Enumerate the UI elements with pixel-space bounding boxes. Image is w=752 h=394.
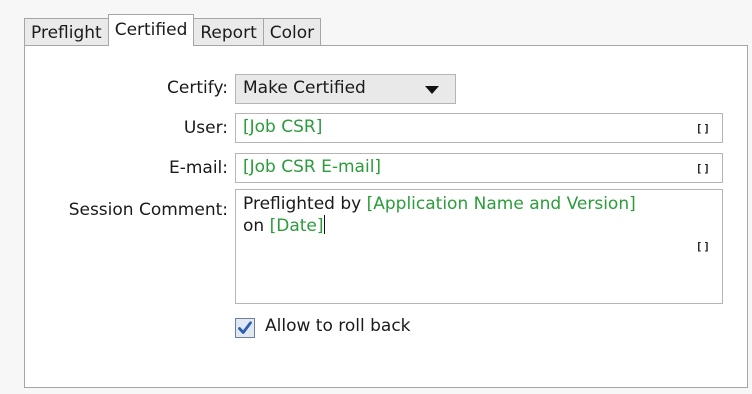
certify-selected-value: Make Certified [243, 78, 366, 98]
certified-panel: Certify: Make Certified User: [Job CSR] … [24, 45, 748, 388]
tab-certified[interactable]: Certified [107, 14, 195, 46]
email-value: [Job CSR E-mail] [243, 157, 382, 177]
user-value: [Job CSR] [243, 117, 323, 137]
certify-label: Certify: [167, 78, 228, 98]
variable-insert-icon[interactable]: [] [696, 122, 711, 135]
certified-settings-window: Preflight Certified Report Color Certify… [0, 0, 752, 394]
session-comment-text-2: on [243, 216, 270, 236]
session-comment-text: Preflighted by [Application Name and Ver… [243, 193, 683, 237]
session-comment-label: Session Comment: [68, 200, 228, 220]
user-label: User: [183, 118, 228, 138]
certify-dropdown[interactable]: Make Certified [235, 74, 456, 104]
session-comment-field[interactable]: Preflighted by [Application Name and Ver… [235, 189, 723, 304]
dropdown-arrow-icon [425, 86, 439, 94]
tab-color[interactable]: Color [262, 18, 322, 46]
session-comment-text-1: Preflighted by [243, 194, 367, 214]
allow-rollback-label[interactable]: Allow to roll back [265, 316, 411, 336]
email-label: E-mail: [168, 158, 228, 178]
allow-rollback-checkbox[interactable] [235, 318, 255, 338]
session-comment-variable-2: [Date] [269, 216, 324, 236]
tab-preflight[interactable]: Preflight [24, 18, 109, 46]
session-comment-variable-1: [Application Name and Version] [366, 194, 636, 214]
email-field[interactable]: [Job CSR E-mail] [] [235, 153, 723, 183]
variable-insert-icon[interactable]: [] [696, 240, 711, 253]
tab-report[interactable]: Report [193, 18, 264, 46]
tab-bar: Preflight Certified Report Color [24, 14, 322, 46]
variable-insert-icon[interactable]: [] [696, 162, 711, 175]
text-caret [323, 215, 325, 234]
user-field[interactable]: [Job CSR] [] [235, 113, 723, 143]
checkmark-icon [238, 321, 252, 334]
